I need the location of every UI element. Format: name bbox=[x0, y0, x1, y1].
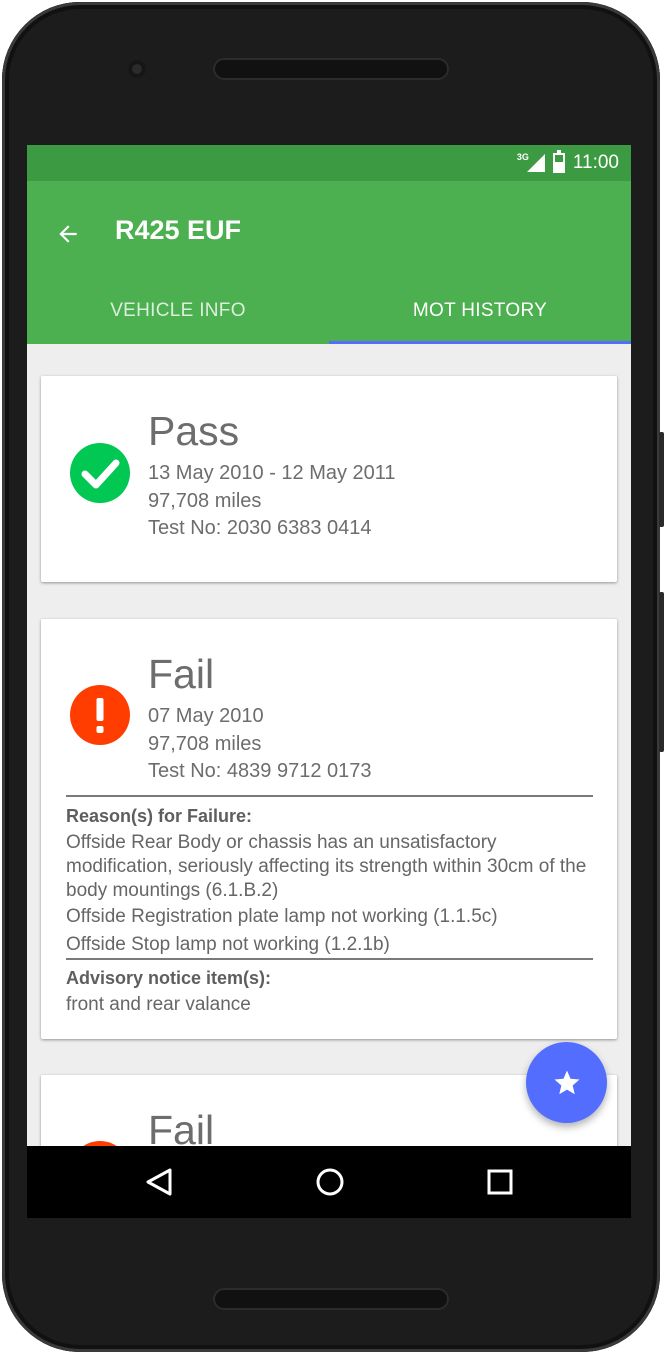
bottom-speaker bbox=[213, 1288, 449, 1310]
arrow-back-icon[interactable] bbox=[55, 221, 81, 247]
top-speaker bbox=[213, 58, 449, 80]
advisory-heading: Advisory notice item(s): bbox=[66, 968, 272, 988]
result-label: Fail bbox=[148, 651, 215, 697]
result-label: Fail bbox=[148, 1107, 215, 1146]
app-bar: R425 EUF VEHICLE INFO MOT HISTORY bbox=[27, 181, 631, 344]
power-button bbox=[659, 432, 664, 527]
divider bbox=[66, 958, 593, 960]
status-bar: 3G 11:00 bbox=[27, 145, 631, 181]
tab-indicator bbox=[329, 341, 631, 344]
tab-vehicle-info[interactable]: VEHICLE INFO bbox=[27, 291, 329, 344]
triangle-back-icon[interactable] bbox=[144, 1166, 174, 1198]
alert-circle-icon bbox=[70, 685, 130, 745]
advisory-item: front and rear valance bbox=[66, 994, 251, 1015]
mot-record-card[interactable]: Pass 13 May 2010 - 12 May 2011 97,708 mi… bbox=[41, 376, 617, 582]
circle-home-icon[interactable] bbox=[314, 1166, 346, 1198]
tab-mot-history[interactable]: MOT HISTORY bbox=[329, 291, 631, 344]
page-title: R425 EUF bbox=[115, 215, 242, 245]
test-date: 13 May 2010 - 12 May 2011 bbox=[148, 462, 396, 484]
failure-item: Offside Stop lamp not working (1.2.1b) bbox=[66, 934, 390, 955]
square-recents-icon[interactable] bbox=[485, 1166, 515, 1198]
test-date: 07 May 2010 bbox=[148, 705, 264, 727]
favourite-fab-button[interactable] bbox=[526, 1042, 607, 1123]
status-time: 11:00 bbox=[572, 152, 619, 173]
check-circle-icon bbox=[70, 443, 130, 503]
system-nav-bar bbox=[27, 1146, 631, 1218]
failure-item: Offside Rear Body or chassis has an unsa… bbox=[66, 832, 587, 901]
failure-item: Offside Registration plate lamp not work… bbox=[66, 906, 498, 927]
test-number: Test No: 2030 6383 0414 bbox=[148, 517, 372, 539]
tab-bar: VEHICLE INFO MOT HISTORY bbox=[27, 291, 631, 344]
mileage: 97,708 miles bbox=[148, 490, 262, 512]
result-label: Pass bbox=[148, 408, 240, 454]
signal-icon bbox=[526, 154, 545, 172]
volume-button bbox=[659, 592, 664, 752]
network-type: 3G bbox=[516, 152, 529, 162]
mileage: 97,708 miles bbox=[148, 733, 262, 755]
mot-record-card[interactable]: Fail 07 May 2010 97,708 miles Test No: 4… bbox=[41, 619, 617, 1039]
divider bbox=[66, 795, 593, 797]
star-icon bbox=[554, 1070, 579, 1094]
test-number: Test No: 4839 9712 0173 bbox=[148, 760, 372, 782]
battery-icon bbox=[552, 150, 565, 173]
failure-heading: Reason(s) for Failure: bbox=[66, 806, 253, 826]
app-screen: 3G 11:00 R425 EUF VEHICLE INFO MOT HISTO… bbox=[27, 145, 631, 1146]
front-camera bbox=[128, 60, 146, 78]
